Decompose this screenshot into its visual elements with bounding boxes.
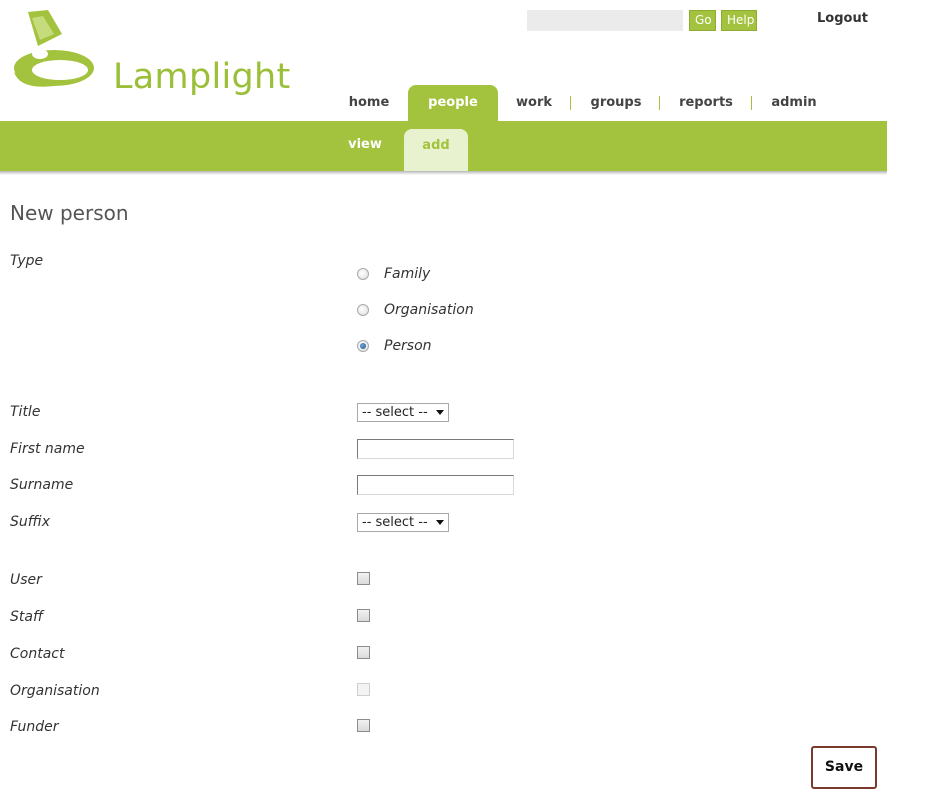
subnav-view[interactable]: view <box>335 121 395 171</box>
search-input[interactable] <box>527 10 683 31</box>
role-funder-checkbox[interactable] <box>357 719 370 732</box>
type-label: Type <box>10 253 44 269</box>
logout-link[interactable]: Logout <box>817 11 868 26</box>
help-button[interactable]: Help <box>721 10 757 31</box>
subnav-shadow <box>0 171 887 175</box>
title-select[interactable]: -- select -- <box>357 403 449 422</box>
nav-groups[interactable]: groups <box>580 85 652 121</box>
nav-people[interactable]: people <box>408 85 498 121</box>
type-family-radio[interactable] <box>357 268 369 280</box>
subnav-bar: view add <box>0 121 887 171</box>
role-contact-label: Contact <box>10 646 65 662</box>
lamp-logo-icon <box>14 10 94 87</box>
nav-home[interactable]: home <box>338 85 400 121</box>
suffix-select[interactable]: -- select -- <box>357 513 449 532</box>
title-select-value: -- select -- <box>362 405 428 420</box>
suffix-select-value: -- select -- <box>362 515 428 530</box>
type-family-label: Family <box>384 266 431 282</box>
role-staff-label: Staff <box>10 609 44 625</box>
first-name-label: First name <box>10 441 85 457</box>
type-organisation-label: Organisation <box>384 302 474 318</box>
surname-label: Surname <box>10 477 74 493</box>
nav-divider <box>659 96 660 110</box>
brand-name: Lamplight <box>113 57 291 97</box>
role-organisation-label: Organisation <box>10 683 100 699</box>
nav-work[interactable]: work <box>506 85 562 121</box>
page-title: New person <box>10 201 129 225</box>
surname-field[interactable] <box>357 475 514 495</box>
nav-admin[interactable]: admin <box>760 85 828 121</box>
role-organisation-checkbox <box>357 683 370 696</box>
type-organisation-radio[interactable] <box>357 304 369 316</box>
chevron-down-icon <box>436 520 444 525</box>
nav-reports[interactable]: reports <box>668 85 744 121</box>
subnav-add[interactable]: add <box>404 129 468 171</box>
first-name-field[interactable] <box>357 439 514 459</box>
save-button[interactable]: Save <box>811 746 877 789</box>
role-user-label: User <box>10 572 42 588</box>
role-contact-checkbox[interactable] <box>357 646 370 659</box>
nav-divider <box>751 96 752 110</box>
title-label: Title <box>10 404 41 420</box>
lamplight-logo[interactable]: Lamplight <box>10 10 290 95</box>
type-person-label: Person <box>384 338 432 354</box>
role-funder-label: Funder <box>10 719 59 735</box>
go-button[interactable]: Go <box>689 10 716 31</box>
type-person-radio[interactable] <box>357 340 369 352</box>
chevron-down-icon <box>436 410 444 415</box>
role-user-checkbox[interactable] <box>357 572 370 585</box>
nav-divider <box>570 96 571 110</box>
role-staff-checkbox[interactable] <box>357 609 370 622</box>
suffix-label: Suffix <box>10 514 51 530</box>
